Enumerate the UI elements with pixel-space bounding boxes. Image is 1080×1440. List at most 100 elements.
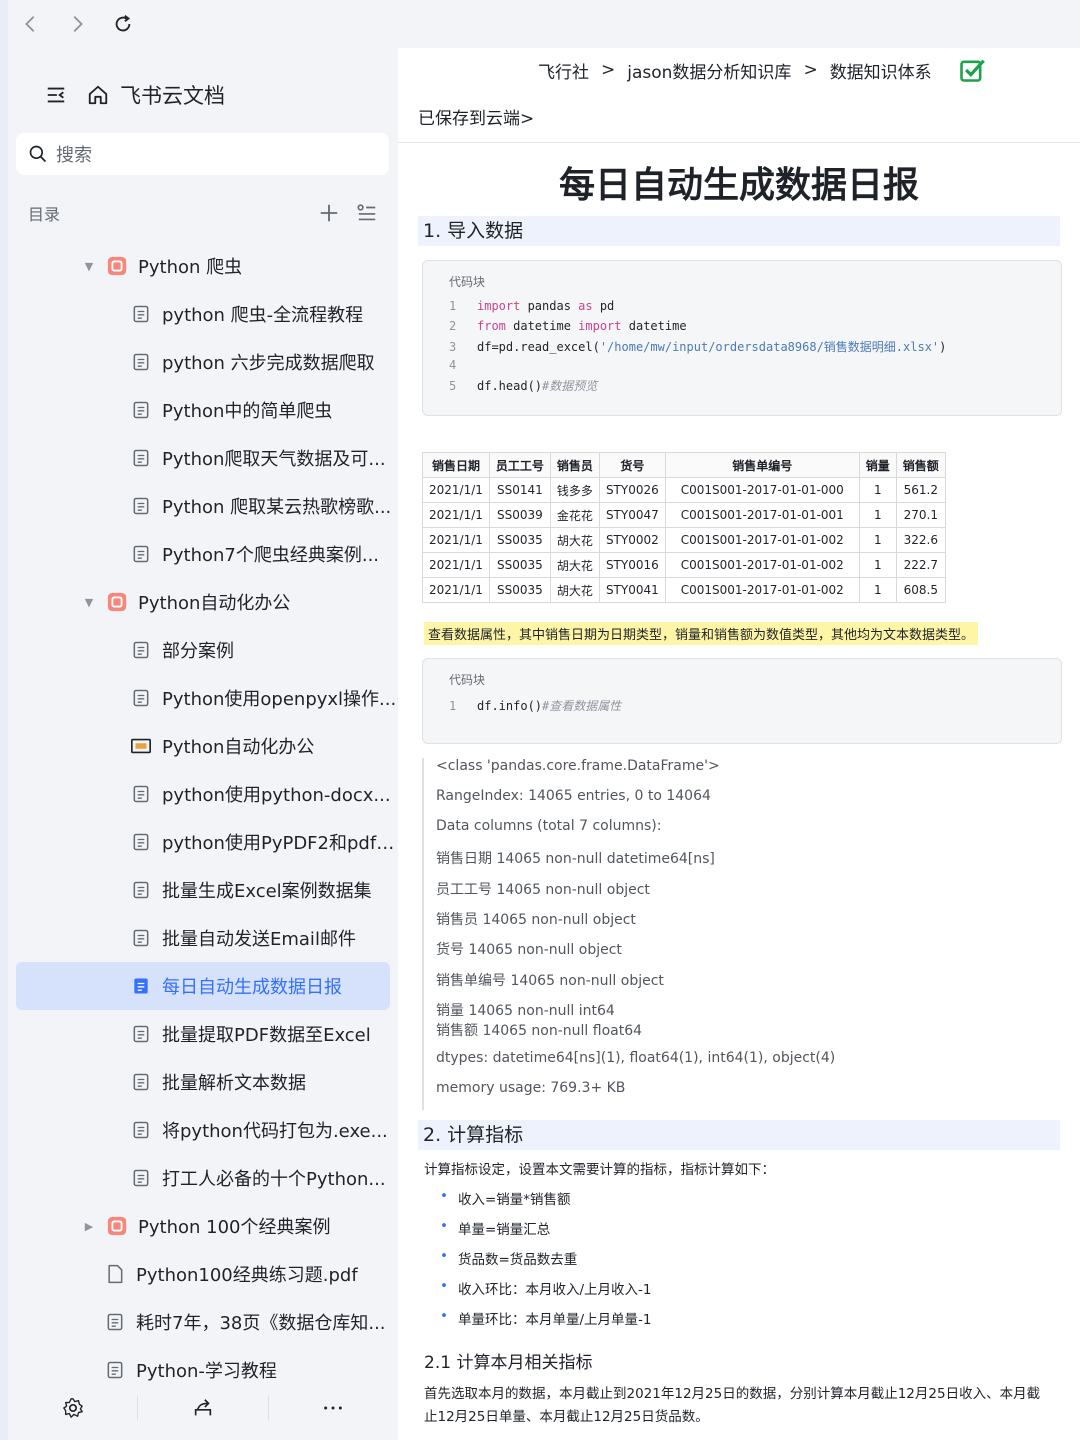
tree-item[interactable]: Python100经典练习题.pdf <box>8 1250 398 1298</box>
tree-item[interactable]: 打工人必备的十个Python... <box>8 1154 398 1202</box>
doc-icon <box>130 639 152 661</box>
reload-icon <box>115 15 131 32</box>
add-icon[interactable] <box>318 202 340 224</box>
tree-item[interactable]: Python爬取天气数据及可... <box>8 434 398 482</box>
more-icon <box>324 1406 343 1410</box>
tree-item[interactable]: 部分案例 <box>8 626 398 674</box>
tree-item-label: 部分案例 <box>162 641 234 662</box>
table-cell: 金花花 <box>549 502 600 528</box>
breadcrumb-item[interactable]: 数据知识体系 <box>830 58 932 83</box>
tree-item[interactable]: python使用PyPDF2和pdfp... <box>8 818 398 866</box>
table-cell: 2021/1/1 <box>422 552 490 578</box>
more-button[interactable] <box>269 1388 398 1428</box>
list-settings-icon[interactable] <box>356 202 378 224</box>
tree-item-label: Python 爬取某云热歌榜歌... <box>162 497 392 518</box>
tree-item[interactable]: 批量自动发送Email邮件 <box>8 914 398 962</box>
check-icon[interactable] <box>958 56 986 84</box>
tree-item[interactable]: Python自动化办公 <box>8 722 398 770</box>
tree-item[interactable]: 将python代码打包为.exe... <box>8 1106 398 1154</box>
table-cell: C001S001-2017-01-01-002 <box>664 577 860 603</box>
tree-item[interactable]: Python 爬取某云热歌榜歌... <box>8 482 398 530</box>
sidebar-footer <box>8 1388 398 1428</box>
tree-item[interactable]: python使用python-docx... <box>8 770 398 818</box>
sidebar-header: 飞书云文档 <box>8 70 398 120</box>
tree-item[interactable]: 批量解析文本数据 <box>8 1058 398 1106</box>
table-cell: SS0039 <box>488 502 551 528</box>
tree-item[interactable]: Python7个爬虫经典案例... <box>8 530 398 578</box>
tree-item-label: Python7个爬虫经典案例... <box>162 545 380 566</box>
back-button[interactable] <box>8 0 54 48</box>
tree-item[interactable]: 批量提取PDF数据至Excel <box>8 1010 398 1058</box>
tree-item[interactable]: ▶ Python 100个经典案例 <box>8 1202 398 1250</box>
table-cell: 1 <box>858 577 897 603</box>
home-button[interactable] <box>84 81 112 109</box>
tree-item[interactable]: Python中的简单爬虫 <box>8 386 398 434</box>
tree-item[interactable]: 耗时7年，38页《数据仓库知... <box>8 1298 398 1346</box>
tree-item[interactable]: ▼ Python自动化办公 <box>8 578 398 626</box>
code-block[interactable]: 代码块 1 df.info()#查看数据属性 <box>422 658 1062 744</box>
code-line: 1 import pandas as pd <box>449 299 615 313</box>
toc-header: 目录 <box>28 196 378 230</box>
table-cell: C001S001-2017-01-01-001 <box>664 502 860 528</box>
tree-item[interactable]: ▼ Python 爬虫 <box>8 242 398 290</box>
table-cell: C001S001-2017-01-01-002 <box>664 527 860 553</box>
doc-icon <box>130 783 152 805</box>
gear-icon <box>62 1398 83 1418</box>
table-cell: STY0016 <box>598 552 666 578</box>
heading-import: 1. 导入数据 <box>418 216 1060 246</box>
table-cell: 胡大花 <box>549 527 600 553</box>
tree-item[interactable]: python 爬虫-全流程教程 <box>8 290 398 338</box>
doc-icon <box>130 351 152 373</box>
doc-icon <box>130 1119 152 1141</box>
table-cell: 2021/1/1 <box>422 527 490 553</box>
tree-item[interactable]: Python-学习教程 <box>8 1346 398 1394</box>
paragraph: 计算指标设定，设置本文需要计算的指标，指标计算如下： <box>424 1162 775 1178</box>
share-icon <box>194 1399 212 1416</box>
bullet-item: 收入环比：本月收入/上月收入-1 <box>440 1278 651 1298</box>
collapse-sidebar-icon <box>47 87 65 103</box>
breadcrumb-item[interactable]: jason数据分析知识库 <box>627 58 791 83</box>
tree-item[interactable]: 批量生成Excel案例数据集 <box>8 866 398 914</box>
paragraph: 止12月25日单量、本月截止12月25日货品数。 <box>424 1409 709 1425</box>
caret-right-icon[interactable]: ▶ <box>82 1220 96 1233</box>
doc-icon <box>104 1311 126 1333</box>
doc-icon <box>130 303 152 325</box>
caret-down-icon[interactable]: ▼ <box>82 596 96 609</box>
share-button[interactable] <box>138 1388 267 1428</box>
tree-item-label: Python自动化办公 <box>138 593 291 614</box>
tree-item-label: 批量生成Excel案例数据集 <box>162 881 372 902</box>
table-cell: STY0026 <box>598 477 666 503</box>
saved-status[interactable]: 已保存到云端> <box>418 104 534 129</box>
breadcrumb-sep: > <box>803 60 818 80</box>
reload-button[interactable] <box>100 0 146 48</box>
code-block[interactable]: 代码块 1 import pandas as pd 2 from datetime … <box>422 260 1062 416</box>
table-cell: C001S001-2017-01-01-002 <box>664 552 860 578</box>
table-cell: 2021/1/1 <box>422 477 490 503</box>
folder-icon <box>106 1215 128 1237</box>
tree-item-selected[interactable]: 每日自动生成数据日报 <box>16 962 390 1010</box>
caret-down-icon[interactable]: ▼ <box>82 260 96 273</box>
breadcrumb-item[interactable]: 飞行社 <box>538 58 589 83</box>
doc-icon <box>130 399 152 421</box>
code-line: 5 df.head()#数据预览 <box>449 379 598 393</box>
search-box[interactable]: 搜索 <box>16 133 389 175</box>
forward-button[interactable] <box>54 0 100 48</box>
table-row: 2021/1/1 SS0035 胡大花 STY0002 C001S001-2017-01… <box>422 527 946 553</box>
table-cell: C001S001-2017-01-01-000 <box>664 477 860 503</box>
search-placeholder: 搜索 <box>56 145 92 166</box>
tree-item[interactable]: python 六步完成数据爬取 <box>8 338 398 386</box>
table-header-cell: 货号 <box>598 452 666 478</box>
collapse-sidebar-button[interactable] <box>42 81 70 109</box>
tree-item-label: 批量自动发送Email邮件 <box>162 929 356 950</box>
table-row: 2021/1/1 SS0035 胡大花 STY0041 C001S001-2017-01… <box>422 577 946 603</box>
table-cell: 1 <box>858 552 897 578</box>
table-cell: 322.6 <box>895 527 946 553</box>
tree-item-label: 将python代码打包为.exe... <box>162 1121 388 1142</box>
output-line: RangeIndex: 14065 entries, 0 to 14064 <box>436 788 711 804</box>
table-cell: 钱多多 <box>549 477 600 503</box>
tree-item[interactable]: Python使用openpyxl操作... <box>8 674 398 722</box>
bullet-item: 单量=销量汇总 <box>440 1218 550 1238</box>
search-icon <box>29 145 47 163</box>
settings-button[interactable] <box>8 1388 137 1428</box>
toc-label: 目录 <box>28 205 61 224</box>
